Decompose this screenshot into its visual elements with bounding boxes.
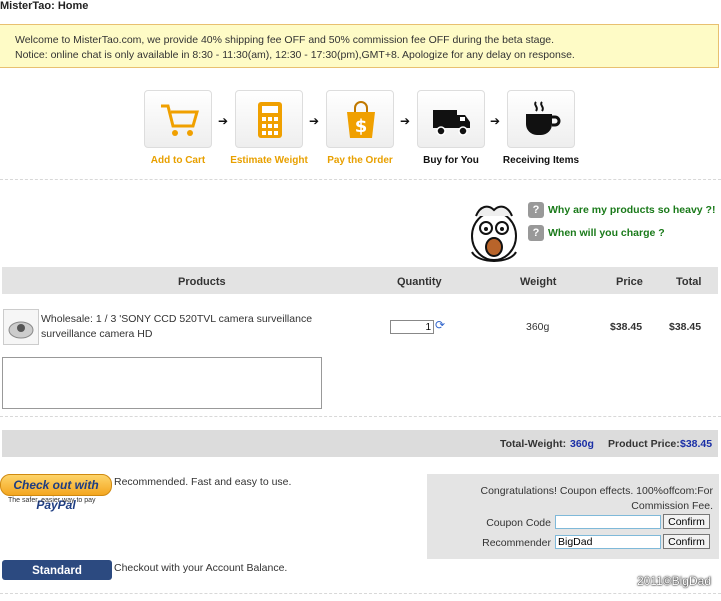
coupon-confirm-button[interactable]: Confirm [663, 514, 710, 529]
total-weight-value: 360g [570, 438, 594, 450]
step-label-pay-order[interactable]: Pay the Order [310, 155, 410, 166]
coffee-cup-icon [526, 101, 561, 135]
step-estimate-weight [235, 90, 303, 148]
step-label-estimate-weight[interactable]: Estimate Weight [219, 155, 319, 166]
step-buy-for-you [417, 90, 485, 148]
faq-link-heavy[interactable]: ? Why are my products so heavy ?! [528, 202, 715, 218]
notice-banner: Welcome to MisterTao.com, we provide 40%… [0, 24, 719, 68]
arrow-right-icon: ➔ [218, 114, 229, 128]
col-total: Total [676, 276, 702, 288]
product-price-label: Product Price: [608, 438, 680, 450]
col-quantity: Quantity [397, 276, 442, 288]
coupon-code-input[interactable] [555, 515, 661, 529]
arrow-right-icon: ➔ [490, 114, 501, 128]
product-thumbnail[interactable] [3, 309, 39, 345]
paypal-note: Recommended. Fast and easy to use. [114, 476, 292, 488]
standard-checkout-note: Checkout with your Account Balance. [114, 562, 288, 574]
standard-checkout-button[interactable]: Standard Checkout [2, 560, 112, 597]
recommender-confirm-button[interactable]: Confirm [663, 534, 710, 549]
product-price: $38.45 [610, 321, 643, 333]
question-icon: ? [528, 225, 544, 241]
shopping-bag-icon: $ [347, 101, 375, 138]
notice-line-1: Welcome to MisterTao.com, we provide 40%… [15, 34, 555, 46]
quantity-input[interactable] [390, 320, 434, 334]
question-icon: ? [528, 202, 544, 218]
watermark: 2011©BigDad [636, 574, 711, 588]
mascot-icon [471, 205, 517, 262]
step-receiving-items [507, 90, 575, 148]
paypal-checkout[interactable]: Check out with PayPal The safer, easier … [0, 474, 113, 512]
col-price: Price [616, 276, 643, 288]
coupon-code-label: Coupon Code [486, 517, 551, 529]
coupon-panel: Congratulations! Coupon effects. 100%off… [427, 474, 719, 559]
calculator-icon [258, 102, 282, 138]
product-total: $38.45 [669, 321, 702, 333]
total-weight-label: Total-Weight: [500, 438, 567, 450]
col-weight: Weight [520, 276, 557, 288]
coupon-message: Congratulations! Coupon effects. 100%off… [480, 485, 714, 512]
arrow-right-icon: ➔ [309, 114, 320, 128]
table-header: Products Quantity Weight Price Total [2, 267, 718, 294]
cart-icon [161, 104, 199, 136]
faq-link-charge[interactable]: ? When will you charge ? [528, 225, 665, 241]
breadcrumb: MisterTao: Home [0, 0, 89, 12]
order-note-textarea[interactable] [2, 357, 322, 409]
step-label-buy-for-you: Buy for You [423, 155, 479, 166]
faq-text-charge: When will you charge ? [548, 226, 665, 239]
refresh-icon[interactable]: ⟳ [435, 318, 445, 332]
step-label-receiving-items: Receiving Items [502, 155, 580, 166]
divider [0, 593, 721, 594]
recommender-input[interactable] [555, 535, 661, 549]
product-name[interactable]: Wholesale: 1 / 3 'SONY CCD 520TVL camera… [41, 312, 341, 342]
divider [0, 416, 721, 417]
faq-text-heavy: Why are my products so heavy ?! [548, 203, 716, 216]
notice-line-2: Notice: online chat is only available in… [15, 49, 575, 61]
truck-icon [433, 110, 470, 136]
paypal-button[interactable]: Check out with PayPal [0, 474, 112, 512]
step-add-to-cart [144, 90, 212, 148]
step-pay-order: $ [326, 90, 394, 148]
totals-bar: Total-Weight: 360g Product Price: $38.45 [2, 430, 718, 457]
svg-text:$: $ [355, 116, 368, 137]
product-weight: 360g [526, 321, 550, 333]
step-label-add-to-cart[interactable]: Add to Cart [128, 155, 228, 166]
divider [0, 179, 721, 180]
product-price-value: $38.45 [680, 438, 713, 450]
arrow-right-icon: ➔ [400, 114, 411, 128]
paypal-tagline: The safer, easier way to pay [8, 497, 96, 504]
col-products: Products [178, 276, 226, 288]
recommender-label: Recommender [482, 537, 551, 549]
